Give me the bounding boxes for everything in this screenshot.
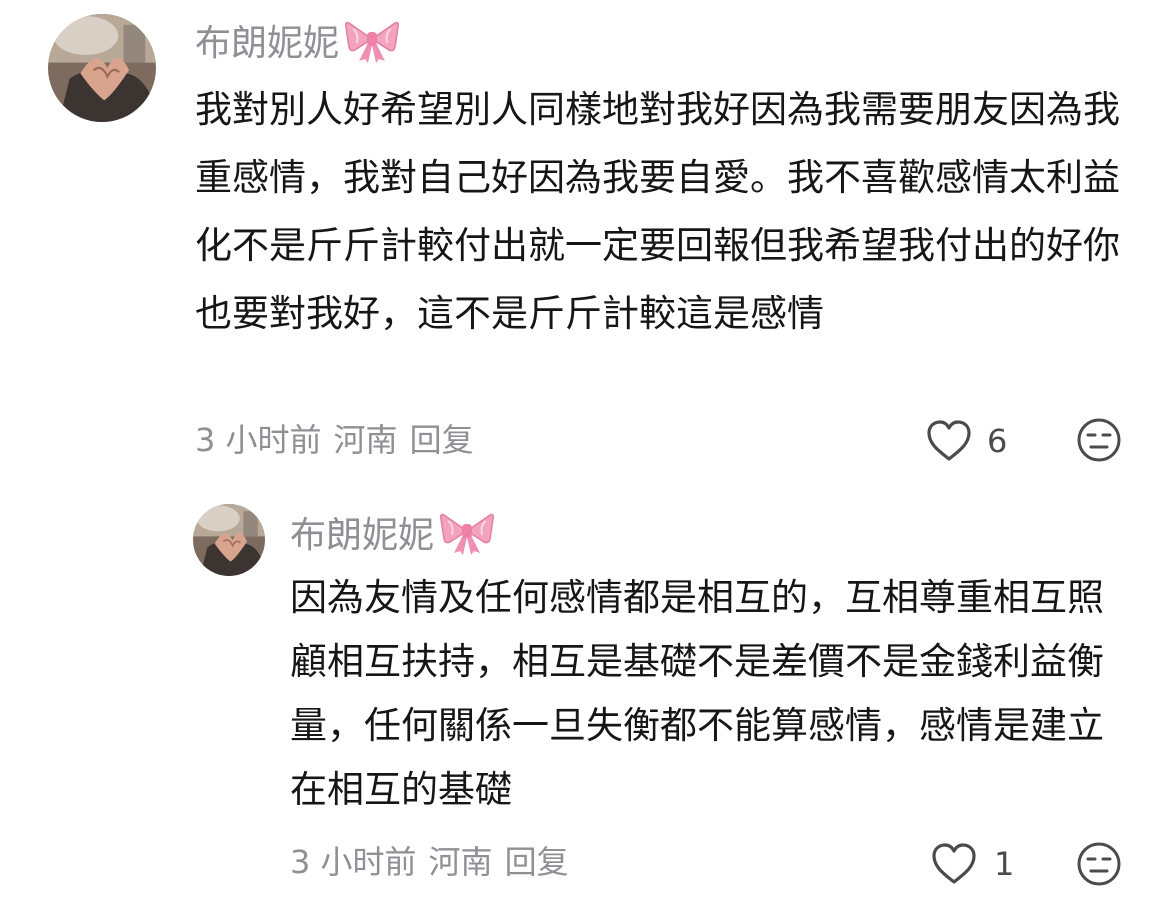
ribbon-bow-icon <box>345 21 399 63</box>
dislike-button[interactable] <box>1075 416 1123 464</box>
unamused-face-icon <box>1077 418 1121 462</box>
comment-time: 3 小时前 <box>290 843 417 881</box>
comment-text: 因為友情及任何感情都是相互的，互相尊重相互照顧相互扶持，相互是基礎不是差價不是金… <box>290 576 1104 811</box>
heart-icon <box>932 843 976 884</box>
like-count: 1 <box>994 845 1015 883</box>
unamused-face-icon <box>1077 842 1121 886</box>
dislike-button[interactable] <box>1075 840 1123 888</box>
ribbon-bow-icon <box>440 513 494 555</box>
like-count: 6 <box>987 422 1008 460</box>
like-button[interactable]: 1 <box>930 836 1014 892</box>
avatar-photo <box>193 504 265 576</box>
comment-text: 我對別人好希望別人同樣地對我好因為我需要朋友因為我重感情，我對自己好因為我要自愛… <box>195 88 1120 335</box>
username[interactable]: 布朗妮妮 <box>195 14 399 66</box>
avatar-photo <box>48 14 156 122</box>
reply-button[interactable]: 回复 <box>505 843 569 881</box>
like-button[interactable]: 6 <box>925 414 1007 468</box>
comment-meta: 3 小时前 河南 回复 <box>290 838 581 886</box>
username-text: 布朗妮妮 <box>195 23 340 64</box>
avatar[interactable] <box>193 504 265 576</box>
username[interactable]: 布朗妮妮 <box>290 506 494 558</box>
username-text: 布朗妮妮 <box>290 515 435 556</box>
reply-button[interactable]: 回复 <box>410 421 474 459</box>
comment-location: 河南 <box>428 843 493 881</box>
comment-location: 河南 <box>333 421 398 459</box>
heart-icon <box>927 420 971 461</box>
comment-meta: 3 小时前 河南 回复 <box>195 416 486 464</box>
avatar[interactable] <box>48 14 156 122</box>
comment-time: 3 小时前 <box>195 421 322 459</box>
